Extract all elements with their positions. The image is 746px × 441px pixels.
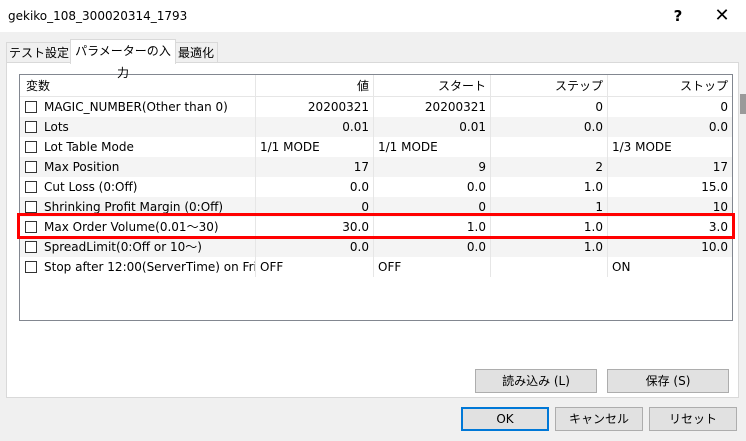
- row-checkbox[interactable]: [25, 160, 37, 173]
- parameter-name: Cut Loss (0:Off): [44, 180, 138, 194]
- table-row[interactable]: SpreadLimit(0:Off or 10〜) 0.0 0.0 1.0 10…: [20, 237, 732, 257]
- start-cell[interactable]: 0.0: [374, 237, 491, 257]
- parameter-name: Max Position: [44, 160, 120, 174]
- value-cell[interactable]: 0.0: [256, 237, 374, 257]
- step-cell[interactable]: 1.0: [491, 177, 608, 197]
- tab-test-settings[interactable]: テスト設定: [6, 42, 72, 63]
- parameters-grid[interactable]: 変数 値 スタート ステップ ストップ MAGIC_NUMBER(Other t…: [19, 74, 733, 321]
- parameter-name: Lots: [44, 120, 69, 134]
- stop-cell[interactable]: ON: [608, 257, 732, 277]
- table-row[interactable]: Cut Loss (0:Off) 0.0 0.0 1.0 15.0: [20, 177, 732, 197]
- stop-cell[interactable]: 0.0: [608, 117, 732, 137]
- stop-cell[interactable]: 0: [608, 97, 732, 117]
- step-cell[interactable]: 0.0: [491, 117, 608, 137]
- value-cell[interactable]: 20200321: [256, 97, 374, 117]
- value-cell[interactable]: 0.01: [256, 117, 374, 137]
- step-cell[interactable]: [491, 257, 608, 277]
- row-checkbox[interactable]: [25, 260, 37, 273]
- reset-button[interactable]: リセット: [649, 407, 737, 431]
- start-cell[interactable]: 9: [374, 157, 491, 177]
- row-checkbox[interactable]: [25, 180, 37, 193]
- highlight-box: [17, 213, 735, 239]
- value-cell[interactable]: 0.0: [256, 177, 374, 197]
- table-row[interactable]: Lot Table Mode 1/1 MODE 1/1 MODE 1/3 MOD…: [20, 137, 732, 157]
- column-header-value[interactable]: 値: [256, 75, 374, 97]
- row-checkbox[interactable]: [25, 200, 37, 213]
- stop-cell[interactable]: 10.0: [608, 237, 732, 257]
- value-cell[interactable]: OFF: [256, 257, 374, 277]
- table-row[interactable]: Stop after 12:00(ServerTime) on Friday O…: [20, 257, 732, 277]
- start-cell[interactable]: OFF: [374, 257, 491, 277]
- table-row[interactable]: MAGIC_NUMBER(Other than 0) 20200321 2020…: [20, 97, 732, 117]
- scrollbar-edge[interactable]: [740, 94, 746, 114]
- row-checkbox[interactable]: [25, 100, 37, 113]
- row-checkbox[interactable]: [25, 120, 37, 133]
- parameter-name: SpreadLimit(0:Off or 10〜): [44, 240, 202, 254]
- row-checkbox[interactable]: [25, 140, 37, 153]
- step-cell[interactable]: 1.0: [491, 237, 608, 257]
- stop-cell[interactable]: 1/3 MODE: [608, 137, 732, 157]
- start-cell[interactable]: 1/1 MODE: [374, 137, 491, 157]
- column-header-step[interactable]: ステップ: [491, 75, 608, 97]
- start-cell[interactable]: 0.0: [374, 177, 491, 197]
- parameter-name: Shrinking Profit Margin (0:Off): [44, 200, 224, 214]
- load-button[interactable]: 読み込み (L): [475, 369, 597, 393]
- value-cell[interactable]: 1/1 MODE: [256, 137, 374, 157]
- step-cell[interactable]: 2: [491, 157, 608, 177]
- step-cell[interactable]: 0: [491, 97, 608, 117]
- close-button[interactable]: ✕: [700, 2, 744, 30]
- parameter-name: MAGIC_NUMBER(Other than 0): [44, 100, 228, 114]
- parameter-name: Lot Table Mode: [44, 140, 134, 154]
- stop-cell[interactable]: 17: [608, 157, 732, 177]
- title-bar: gekiko_108_300020314_1793 ? ✕: [0, 0, 746, 32]
- stop-cell[interactable]: 15.0: [608, 177, 732, 197]
- value-cell[interactable]: 17: [256, 157, 374, 177]
- save-button[interactable]: 保存 (S): [607, 369, 729, 393]
- table-row[interactable]: Max Position 17 9 2 17: [20, 157, 732, 177]
- column-header-start[interactable]: スタート: [374, 75, 491, 97]
- help-button[interactable]: ?: [656, 2, 700, 30]
- cancel-button[interactable]: キャンセル: [555, 407, 643, 431]
- ok-button[interactable]: OK: [461, 407, 549, 431]
- step-cell[interactable]: [491, 137, 608, 157]
- tab-parameters[interactable]: パラメーターの入力: [70, 39, 176, 80]
- table-row[interactable]: Lots 0.01 0.01 0.0 0.0: [20, 117, 732, 137]
- start-cell[interactable]: 0.01: [374, 117, 491, 137]
- column-header-stop[interactable]: ストップ: [608, 75, 732, 97]
- row-checkbox[interactable]: [25, 240, 37, 253]
- window-title: gekiko_108_300020314_1793: [8, 9, 188, 23]
- start-cell[interactable]: 20200321: [374, 97, 491, 117]
- parameter-name: Stop after 12:00(ServerTime) on Friday: [44, 260, 256, 274]
- column-header-variable[interactable]: 変数: [20, 75, 256, 97]
- tab-optimization[interactable]: 最適化: [174, 42, 218, 63]
